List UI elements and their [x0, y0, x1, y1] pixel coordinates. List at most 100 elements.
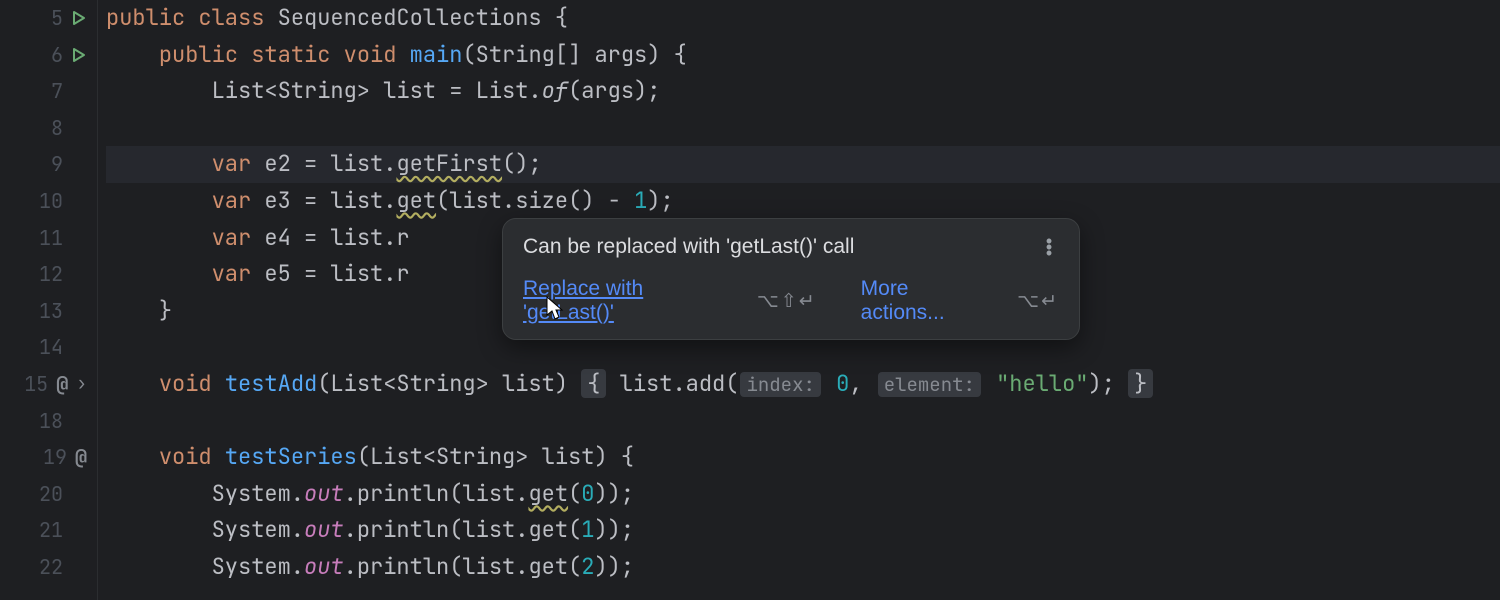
static-field: out [304, 552, 344, 581]
keyword: void [159, 442, 212, 471]
code-line[interactable]: void testSeries(List<String> list) { [106, 439, 1500, 476]
code-text: list.add( [606, 369, 738, 398]
gutter-row[interactable]: 19 @ [0, 439, 97, 476]
fold-brace[interactable]: } [1128, 369, 1153, 398]
code-text: System. [106, 479, 304, 508]
keyword: static [251, 40, 330, 69]
gutter-row[interactable]: 18 [0, 403, 97, 440]
code-line[interactable]: System.out.println(list.get(2)); [106, 549, 1500, 586]
code-text: )); [594, 515, 634, 544]
code-line[interactable]: List<String> list = List.of(args); [106, 73, 1500, 110]
code-text: ( [568, 515, 581, 544]
code-text: System. [106, 515, 304, 544]
line-number: 5 [39, 0, 63, 37]
warned-call[interactable]: get [396, 186, 436, 215]
gutter-row[interactable]: 8 [0, 110, 97, 147]
keyword: void [159, 369, 212, 398]
code-text: .println(list. [344, 515, 529, 544]
gutter-row[interactable]: 15 @ › [0, 366, 97, 403]
code-line[interactable]: var e3 = list.get(list.size() - 1); [106, 183, 1500, 220]
gutter-row[interactable]: 10 [0, 183, 97, 220]
signature: (List<String> list) { [357, 442, 634, 471]
code-text: )); [594, 552, 634, 581]
code-line[interactable] [106, 110, 1500, 147]
keyword: var [212, 186, 252, 215]
code-text: System. [106, 552, 304, 581]
gutter-row[interactable]: 22 [0, 549, 97, 586]
method-call: get [528, 552, 568, 581]
code-text: = list.r [291, 259, 410, 288]
keyword: var [212, 149, 252, 178]
line-number: 22 [39, 549, 63, 586]
keyword: class [198, 3, 264, 32]
space [823, 369, 836, 398]
gutter: 5 6 7 8 9 10 11 12 13 14 15 @ › 18 19 @ … [0, 0, 98, 600]
warned-call[interactable]: getFirst [396, 149, 502, 178]
code-text: (list.size() - [436, 186, 634, 215]
brace: } [159, 296, 172, 325]
line-number: 8 [39, 110, 63, 147]
number: 1 [581, 515, 594, 544]
static-field: out [304, 479, 344, 508]
line-number: 7 [39, 73, 63, 110]
popup-header: Can be replaced with 'getLast()' call ••… [523, 235, 1059, 259]
chevron-right-icon[interactable]: › [76, 366, 87, 403]
code-line[interactable]: void testAdd(List<String> list) { list.a… [106, 366, 1500, 403]
keyword: var [212, 223, 252, 252]
code-text: ); [1089, 369, 1129, 398]
warned-call[interactable]: get [528, 479, 568, 508]
code-line[interactable]: System.out.println(list.get(0)); [106, 476, 1500, 513]
popup-actions: Replace with 'getLast()' ⌥⇧↵ More action… [523, 277, 1059, 325]
code-text: ( [568, 479, 581, 508]
number: 0 [836, 369, 849, 398]
keyword: public [159, 40, 238, 69]
code-area[interactable]: public class SequencedCollections { publ… [98, 0, 1500, 600]
keyword: var [212, 259, 252, 288]
line-number: 21 [39, 512, 63, 549]
shortcut-label: ⌥⇧↵ [757, 290, 817, 313]
line-number: 10 [39, 183, 63, 220]
code-text: (args); [568, 76, 660, 105]
identifier: e3 [264, 186, 290, 215]
code-text: ); [647, 186, 673, 215]
gutter-row[interactable]: 6 [0, 37, 97, 74]
gutter-row[interactable]: 14 [0, 329, 97, 366]
replace-action-link[interactable]: Replace with 'getLast()' [523, 277, 735, 325]
number: 2 [581, 552, 594, 581]
code-line[interactable]: public static void main(String[] args) { [106, 37, 1500, 74]
gutter-row[interactable]: 21 [0, 512, 97, 549]
code-text: ( [568, 552, 581, 581]
shortcut-label: ⌥↵ [1017, 290, 1059, 313]
line-number: 13 [39, 293, 63, 330]
line-number: 14 [39, 329, 63, 366]
run-icon[interactable] [71, 47, 87, 63]
gutter-row[interactable]: 7 [0, 73, 97, 110]
gutter-row[interactable]: 5 [0, 0, 97, 37]
override-icon[interactable]: @ [56, 366, 68, 403]
code-text: , [849, 369, 875, 398]
method-call: get [528, 515, 568, 544]
fold-brace[interactable]: { [581, 369, 606, 398]
line-number: 11 [39, 220, 63, 257]
code-line-current[interactable]: var e2 = list.getFirst(); [106, 146, 1500, 183]
number: 1 [634, 186, 647, 215]
code-line[interactable]: System.out.println(list.get(1)); [106, 512, 1500, 549]
kebab-icon[interactable]: ••• [1039, 238, 1059, 256]
run-icon[interactable] [71, 10, 87, 26]
gutter-row[interactable]: 9 [0, 146, 97, 183]
gutter-row[interactable]: 13 [0, 293, 97, 330]
code-text: (); [502, 149, 542, 178]
line-number: 18 [39, 403, 63, 440]
gutter-row[interactable]: 20 [0, 476, 97, 513]
code-line[interactable]: public class SequencedCollections { [106, 0, 1500, 37]
more-actions-link[interactable]: More actions... [861, 277, 996, 325]
gutter-row[interactable]: 12 [0, 256, 97, 293]
line-number: 9 [39, 146, 63, 183]
class-name: SequencedCollections [278, 3, 542, 32]
code-line[interactable] [106, 403, 1500, 440]
code-text: List<String> list = List. [106, 76, 542, 105]
override-icon[interactable]: @ [75, 439, 87, 476]
static-field: out [304, 515, 344, 544]
gutter-row[interactable]: 11 [0, 220, 97, 257]
string: "hello" [996, 369, 1088, 398]
